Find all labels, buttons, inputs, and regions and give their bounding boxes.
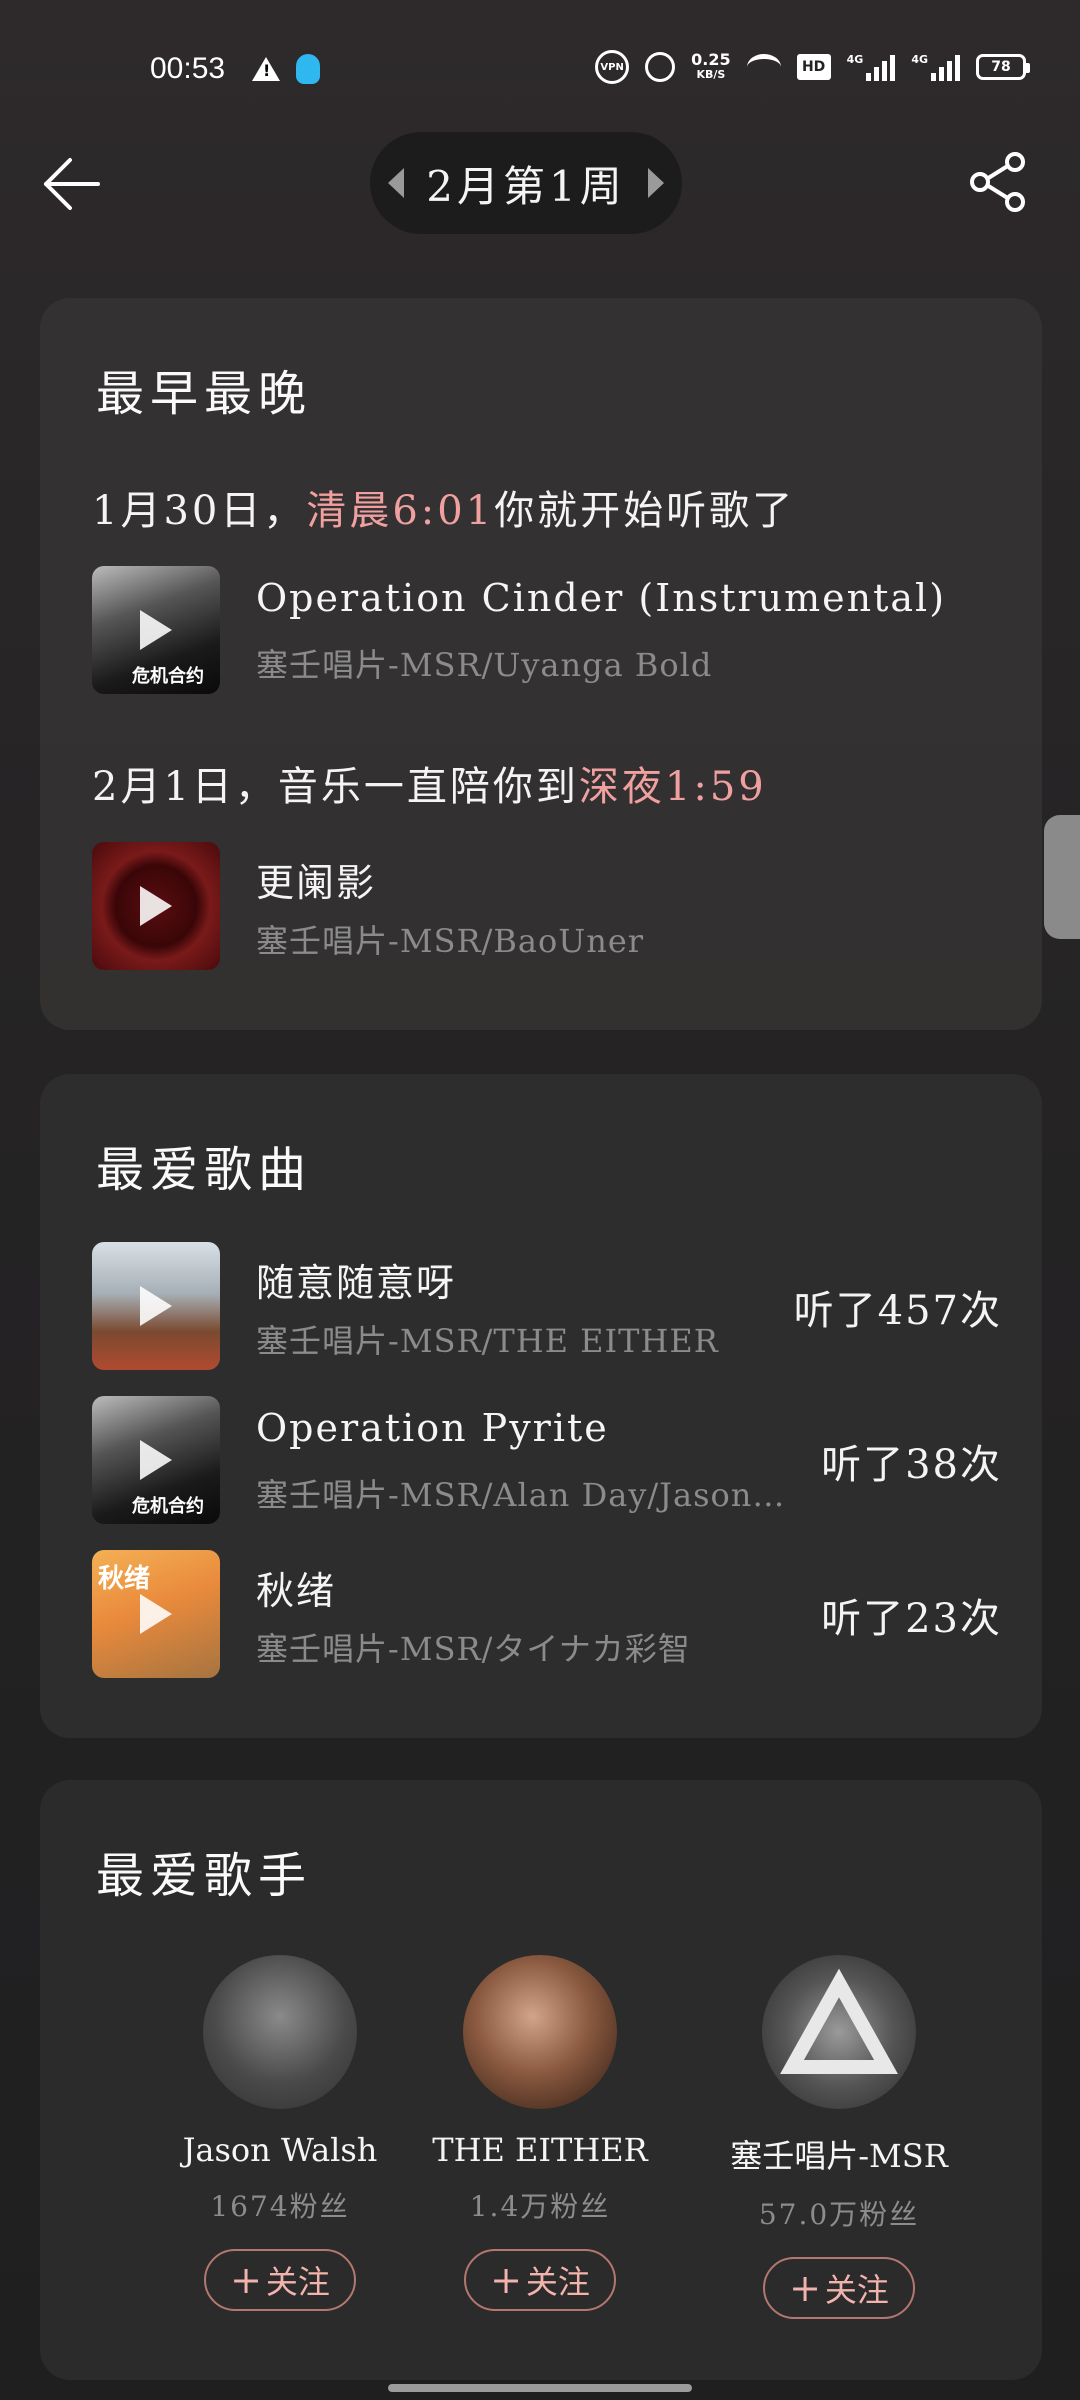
favorite-song-row[interactable]: 危机合约 Operation Pyrite 塞壬唱片-MSR/Alan Day/… <box>92 1396 1002 1526</box>
artist-fans: 1674粉丝 <box>210 2190 350 2223</box>
back-arrow-icon[interactable] <box>42 156 102 212</box>
play-icon[interactable] <box>140 1286 172 1326</box>
artist-fans: 1.4万粉丝 <box>469 2190 611 2223</box>
plus-icon: + <box>230 2258 262 2302</box>
song-title: 更阑影 <box>256 861 377 905</box>
card-title: 最早最晚 <box>96 366 313 422</box>
status-bar: 00:53 VPN 0.25 KB/S HD 4G 4G 78 <box>0 0 1080 140</box>
play-icon[interactable] <box>140 1440 172 1480</box>
follow-button[interactable]: + 关注 <box>763 2257 915 2319</box>
play-icon[interactable] <box>140 1594 172 1634</box>
artist-list: Jason Walsh 1674粉丝 + 关注 THE EITHER 1.4万粉丝… <box>40 1955 1042 2355</box>
signal-sim1-icon: 4G <box>847 53 896 81</box>
avatar[interactable] <box>762 1955 916 2109</box>
card-title: 最爱歌曲 <box>96 1142 313 1198</box>
week-label[interactable]: 2月第1周 <box>426 153 625 214</box>
song-artist: 塞壬唱片-MSR/Alan Day/Jason ... <box>256 1476 786 1514</box>
home-indicator[interactable] <box>388 2384 692 2392</box>
favorite-songs-card: 最爱歌曲 随意随意呀 塞壬唱片-MSR/THE EITHER 听了457次 危机… <box>40 1074 1042 1738</box>
latest-listen-text: 2月1日，音乐一直陪你到深夜1:59 <box>92 764 767 810</box>
status-time: 00:53 <box>150 52 226 85</box>
play-icon[interactable] <box>140 886 172 926</box>
song-cover[interactable]: 危机合约 <box>92 566 220 694</box>
artist-item[interactable]: Jason Walsh 1674粉丝 + 关注 <box>130 1955 430 2311</box>
artist-name: Jason Walsh <box>182 2131 378 2169</box>
song-cover[interactable] <box>92 842 220 970</box>
vpn-icon: VPN <box>595 50 630 84</box>
favorite-song-row[interactable]: 秋绪 秋绪 塞壬唱片-MSR/タイナカ彩智 听了23次 <box>92 1550 1002 1680</box>
avatar[interactable] <box>203 1955 357 2109</box>
song-title: 随意随意呀 <box>256 1261 457 1305</box>
artist-item[interactable]: THE EITHER 1.4万粉丝 + 关注 <box>390 1955 690 2311</box>
play-count: 听了457次 <box>793 1288 1002 1334</box>
favorite-song-row[interactable]: 随意随意呀 塞壬唱片-MSR/THE EITHER 听了457次 <box>92 1242 1002 1372</box>
song-artist: 塞壬唱片-MSR/Uyanga Bold <box>256 646 713 684</box>
song-artist: 塞壬唱片-MSR/BaoUner <box>256 922 645 960</box>
play-icon[interactable] <box>140 610 172 650</box>
latest-song-row[interactable]: 更阑影 塞壬唱片-MSR/BaoUner <box>92 842 1002 972</box>
plus-icon: + <box>490 2258 522 2302</box>
favorite-artists-card: 最爱歌手 Jason Walsh 1674粉丝 + 关注 THE EITHER 1… <box>40 1780 1042 2380</box>
play-count: 听了38次 <box>821 1442 1002 1488</box>
play-count: 听了23次 <box>821 1596 1002 1642</box>
song-title: 秋绪 <box>256 1569 337 1613</box>
song-cover[interactable]: 危机合约 <box>92 1396 220 1524</box>
side-scroll-handle[interactable] <box>1044 815 1080 939</box>
song-cover[interactable] <box>92 1242 220 1370</box>
artist-name: THE EITHER <box>432 2131 648 2169</box>
follow-button[interactable]: + 关注 <box>464 2249 616 2311</box>
earliest-song-row[interactable]: 危机合约 Operation Cinder (Instrumental) 塞壬唱… <box>92 566 1002 696</box>
artist-fans: 57.0万粉丝 <box>758 2198 920 2231</box>
song-title: Operation Pyrite <box>256 1406 609 1450</box>
warning-icon <box>252 57 280 81</box>
hd-icon: HD <box>796 54 831 80</box>
card-title: 最爱歌手 <box>96 1848 313 1904</box>
song-title: Operation Cinder (Instrumental) <box>256 576 947 620</box>
network-speed: 0.25 KB/S <box>691 50 731 82</box>
alarm-icon <box>645 52 676 82</box>
follow-button[interactable]: + 关注 <box>204 2249 356 2311</box>
artist-name: 塞壬唱片-MSR <box>730 2137 948 2175</box>
avatar[interactable] <box>463 1955 617 2109</box>
wifi-icon <box>746 54 781 80</box>
next-week-icon[interactable] <box>647 168 664 198</box>
previous-week-icon[interactable] <box>388 168 405 198</box>
earliest-listen-text: 1月30日，清晨6:01你就开始听歌了 <box>92 488 796 534</box>
song-artist: 塞壬唱片-MSR/THE EITHER <box>256 1322 719 1360</box>
signal-sim2-icon: 4G <box>911 53 960 81</box>
week-selector: 2月第1周 <box>370 132 682 234</box>
artist-item[interactable]: 塞壬唱片-MSR 57.0万粉丝 + 关注 <box>689 1955 989 2319</box>
battery-icon: 78 <box>976 54 1030 80</box>
song-artist: 塞壬唱片-MSR/タイナカ彩智 <box>256 1630 691 1668</box>
earliest-latest-card: 最早最晚 1月30日，清晨6:01你就开始听歌了 危机合约 Operation … <box>40 298 1042 1030</box>
qq-icon <box>296 54 320 84</box>
plus-icon: + <box>789 2266 821 2310</box>
song-cover[interactable]: 秋绪 <box>92 1550 220 1678</box>
share-icon[interactable] <box>968 152 1028 212</box>
logo-triangle-icon <box>780 1968 898 2074</box>
